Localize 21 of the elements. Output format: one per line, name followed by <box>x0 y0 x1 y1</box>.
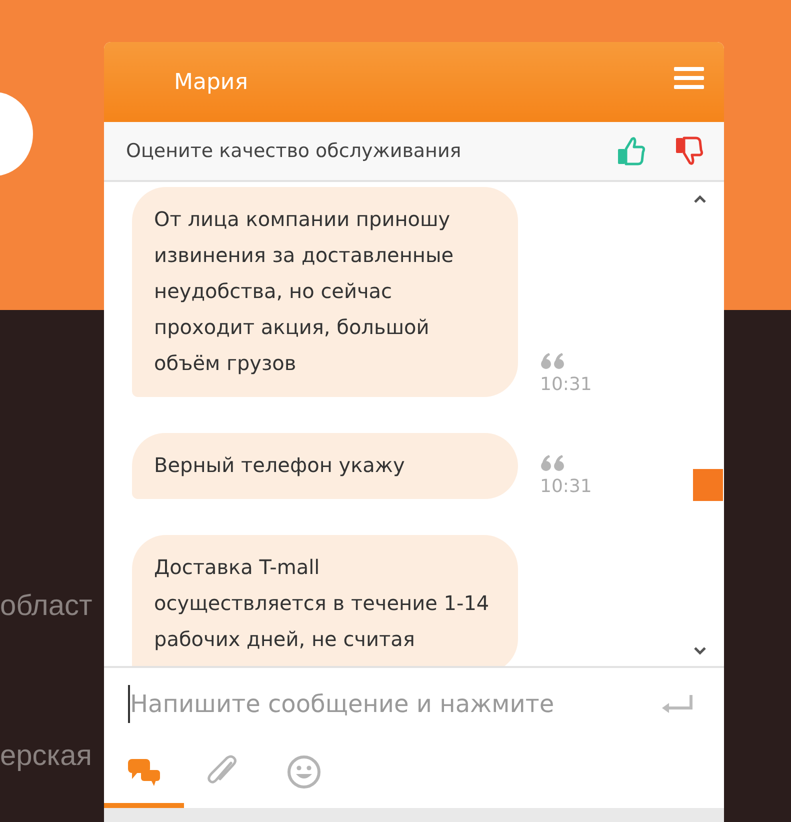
quote-icon <box>540 352 566 370</box>
thumbs-down-icon[interactable] <box>674 135 704 167</box>
message-input[interactable]: Напишите сообщение и нажмите <box>128 684 640 724</box>
thumbs-up-icon[interactable] <box>616 135 646 167</box>
scroll-down-icon[interactable] <box>693 646 707 656</box>
message-time: 10:31 <box>540 476 592 497</box>
scrollbar-thumb[interactable] <box>693 469 723 501</box>
quote-icon <box>540 454 566 472</box>
message-bubble: Доставка T-mall осуществляется в течение 1-14 рабочих дней, не считая <box>132 535 518 666</box>
message-bubble: Верный телефон укажу <box>132 433 518 499</box>
rating-prompt: Оцените качество обслуживания <box>126 140 462 162</box>
menu-icon[interactable] <box>674 66 704 90</box>
message-bubble: От лица компании приношу извинения за доставленные неудобства, но сейчас проходит акция, большой объём грузов <box>132 187 518 397</box>
message-time: 10:31 <box>540 374 592 395</box>
chat-bubbles-icon <box>127 756 161 786</box>
enter-icon[interactable] <box>660 693 694 715</box>
background-text: област <box>0 590 92 623</box>
scroll-up-icon[interactable] <box>693 194 707 204</box>
agent-name: Мария <box>174 70 248 94</box>
background-text: ерская <box>0 740 92 773</box>
smiley-icon <box>287 754 321 788</box>
